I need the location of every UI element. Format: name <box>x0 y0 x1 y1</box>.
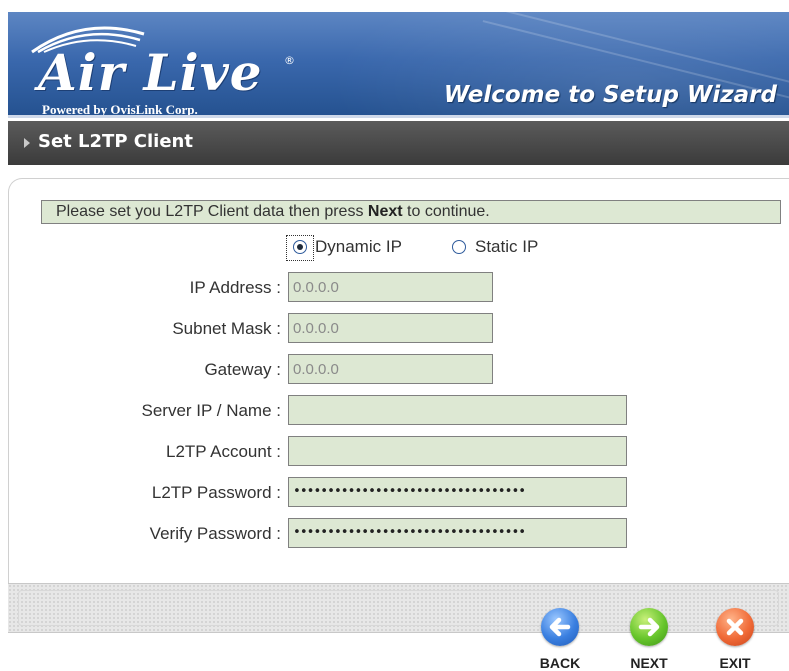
subnet-mask-input[interactable] <box>288 313 493 343</box>
server-input[interactable] <box>288 395 627 425</box>
registered-mark: ® <box>284 54 295 67</box>
section-title: Set L2TP Client <box>38 131 193 152</box>
close-icon[interactable] <box>716 608 754 646</box>
next-label[interactable]: NEXT <box>619 655 679 671</box>
server-label: Server IP / Name : <box>141 401 281 420</box>
notice-text: Please set you L2TP Client data then pre… <box>56 203 368 220</box>
exit-label[interactable]: EXIT <box>705 655 765 671</box>
instruction-notice: Please set you L2TP Client data then pre… <box>41 200 781 224</box>
form-row-server: Server IP / Name : <box>0 395 789 425</box>
password-label: L2TP Password : <box>151 483 281 502</box>
verify-password-input[interactable]: •••••••••••••••••••••••••••••••••• <box>288 518 627 548</box>
ip-address-label: IP Address : <box>189 278 281 297</box>
password-input[interactable]: •••••••••••••••••••••••••••••••••• <box>288 477 627 507</box>
notice-text-end: to continue. <box>402 203 490 220</box>
form-row-gateway: Gateway : <box>0 354 789 384</box>
form-row-ip-address: IP Address : <box>0 272 789 302</box>
notice-next-keyword: Next <box>367 203 403 220</box>
gateway-label: Gateway : <box>204 360 281 379</box>
form-row-subnet-mask: Subnet Mask : <box>0 313 789 343</box>
gateway-input[interactable] <box>288 354 493 384</box>
header-banner: Air Live ® Powered by OvisLink Corp. Wel… <box>8 12 789 118</box>
account-input[interactable] <box>288 436 627 466</box>
verify-password-label: Verify Password : <box>149 524 281 543</box>
radio-button-checked[interactable] <box>293 240 307 254</box>
radio-dynamic-ip-label: Dynamic IP <box>315 237 402 256</box>
header-divider <box>8 115 789 118</box>
radio-static-ip-label: Static IP <box>475 237 539 256</box>
arrow-left-icon[interactable] <box>541 608 579 646</box>
arrow-right-icon[interactable] <box>630 608 668 646</box>
wizard-title: Welcome to Setup Wizard <box>443 82 777 108</box>
form-row-verify-password: Verify Password : ••••••••••••••••••••••… <box>0 518 789 548</box>
account-label: L2TP Account : <box>166 442 281 461</box>
next-button[interactable]: NEXT <box>619 608 679 671</box>
back-button[interactable]: BACK <box>530 608 590 671</box>
exit-button[interactable]: EXIT <box>705 608 765 671</box>
form-row-account: L2TP Account : <box>0 436 789 466</box>
section-bar: Set L2TP Client <box>8 121 789 165</box>
back-label[interactable]: BACK <box>530 655 590 671</box>
radio-button-unchecked[interactable] <box>452 240 466 254</box>
brand-logo: Air Live <box>38 43 263 102</box>
ip-address-input[interactable] <box>288 272 493 302</box>
subnet-mask-label: Subnet Mask : <box>172 319 281 338</box>
form-row-password: L2TP Password : ••••••••••••••••••••••••… <box>0 477 789 507</box>
section-arrow-icon <box>24 138 30 148</box>
